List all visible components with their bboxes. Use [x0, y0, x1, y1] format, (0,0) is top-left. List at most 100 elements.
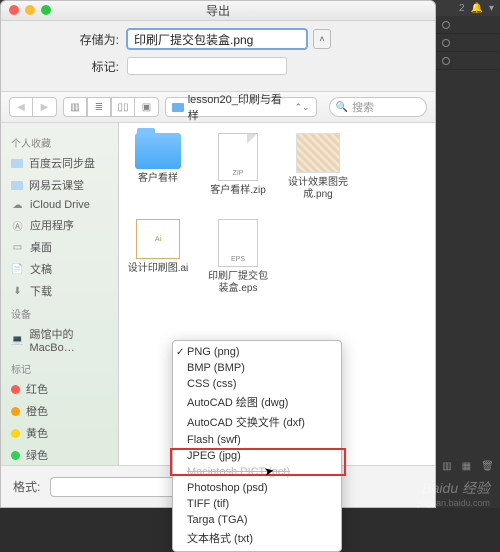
sidebar-item[interactable]: 📄 文稿 — [1, 258, 118, 280]
folder-icon — [11, 181, 23, 190]
menu-item[interactable]: CSS (css) — [173, 376, 341, 392]
sidebar-tag[interactable]: 橙色 — [1, 400, 118, 422]
titlebar: 导出 — [1, 1, 435, 21]
search-icon: 🔍 — [336, 102, 348, 113]
sidebar-item[interactable]: Ⓐ应用程序 — [1, 214, 118, 236]
format-label: 格式: — [13, 478, 40, 495]
cloud-icon: ☁ — [11, 199, 24, 211]
sidebar-item-label: 应用程序 — [30, 217, 74, 233]
sidebar-item[interactable]: ☁ iCloud Drive — [1, 196, 118, 214]
visibility-icon[interactable] — [442, 57, 450, 65]
menu-item[interactable]: Targa (TGA) — [173, 512, 341, 528]
menu-item[interactable]: AutoCAD 交换文件 (dxf) — [173, 412, 341, 432]
view-icon-button[interactable]: ▥ — [63, 97, 87, 117]
laptop-icon: 💻 — [11, 334, 23, 346]
file-label: 设计效果图完成.png — [287, 177, 349, 201]
file-label: 客户看样.zip — [210, 185, 266, 197]
zoom-icon[interactable] — [41, 5, 51, 15]
watermark-sub: jingyan.baidu.com — [417, 498, 490, 508]
tag-dot-icon — [11, 451, 20, 460]
view-column-button[interactable]: ▯▯ — [111, 97, 135, 117]
file-item[interactable]: Ai 设计印刷图.ai — [127, 219, 189, 295]
menu-item[interactable]: BMP (BMP) — [173, 360, 341, 376]
view-list-button[interactable]: ≣ — [87, 97, 111, 117]
panel-icon[interactable]: ▦ — [462, 461, 471, 472]
tag-dot-icon — [11, 385, 20, 394]
menu-item-label: PNG (png) — [187, 346, 240, 358]
sidebar-item-label: 文稿 — [30, 261, 52, 277]
sidebar-heading-favorites: 个人收藏 — [1, 131, 118, 152]
menu-item-label: JPEG (jpg) — [187, 450, 241, 462]
sidebar-item[interactable]: ⬇下载 — [1, 280, 118, 302]
filename-input[interactable] — [127, 29, 307, 49]
visibility-icon[interactable] — [442, 39, 450, 47]
sidebar-item[interactable]: 网易云课堂 — [1, 174, 118, 196]
menu-item[interactable]: 文本格式 (txt) — [173, 528, 341, 548]
file-label: 客户看样 — [138, 173, 178, 185]
panel-icon[interactable]: ▥ — [442, 461, 451, 472]
sidebar: 个人收藏 百度云同步盘 网易云课堂 ☁ iCloud Drive Ⓐ应用程序 ▭桌… — [1, 123, 119, 465]
notif-count: 2 — [459, 3, 465, 14]
menu-item-label: Targa (TGA) — [187, 514, 248, 526]
window-controls — [9, 5, 51, 15]
bell-icon[interactable]: 🔔 — [471, 3, 483, 14]
save-fields: 存储为: ˄ 标记: — [1, 21, 435, 91]
tags-input[interactable] — [127, 57, 287, 75]
back-button[interactable]: ◀ — [9, 97, 33, 117]
menu-item[interactable]: TIFF (tif) — [173, 496, 341, 512]
documents-icon: 📄 — [11, 263, 24, 275]
panel-footer-icons: ▥ ▦ 🗑 — [436, 461, 500, 472]
layer-row[interactable] — [436, 16, 500, 34]
menu-item[interactable]: Photoshop (psd) — [173, 480, 341, 496]
sidebar-item-label: 下载 — [30, 283, 52, 299]
sidebar-tag[interactable]: 红色 — [1, 378, 118, 400]
file-item[interactable]: 客户看样.zip — [207, 133, 269, 201]
sidebar-tag[interactable]: 绿色 — [1, 444, 118, 465]
menu-item-label: AutoCAD 交换文件 (dxf) — [187, 414, 305, 430]
file-label: 设计印刷图.ai — [128, 263, 189, 275]
file-item[interactable]: 设计效果图完成.png — [287, 133, 349, 201]
sidebar-item[interactable]: 百度云同步盘 — [1, 152, 118, 174]
search-field[interactable]: 🔍 搜索 — [329, 97, 427, 117]
forward-button[interactable]: ▶ — [33, 97, 57, 117]
layer-row[interactable] — [436, 34, 500, 52]
sidebar-item[interactable]: ▭桌面 — [1, 236, 118, 258]
browser-toolbar: ◀ ▶ ▥ ≣ ▯▯ ▣ lesson20_印刷与看样 ⌃⌄ 🔍 搜索 — [1, 91, 435, 123]
image-icon — [296, 133, 340, 173]
menu-item[interactable]: ✓PNG (png) — [173, 344, 341, 360]
visibility-icon[interactable] — [442, 21, 450, 29]
eps-icon: EPS — [218, 219, 258, 267]
menu-item-label: AutoCAD 绘图 (dwg) — [187, 394, 288, 410]
collapse-button[interactable]: ˄ — [313, 29, 331, 49]
sidebar-item[interactable]: 💻 踢馆中的MacBo… — [1, 323, 118, 357]
menu-item[interactable]: JPEG (jpg) — [173, 448, 341, 464]
sidebar-item-label: 踢馆中的MacBo… — [29, 326, 108, 354]
view-gallery-button[interactable]: ▣ — [135, 97, 159, 117]
layers-panel: ▥ ▦ 🗑 — [436, 16, 500, 508]
close-icon[interactable] — [9, 5, 19, 15]
menu-item[interactable]: Flash (swf) — [173, 432, 341, 448]
menu-item[interactable]: AutoCAD 绘图 (dwg) — [173, 392, 341, 412]
location-popup[interactable]: lesson20_印刷与看样 ⌃⌄ — [165, 97, 317, 117]
menu-item-label: Flash (swf) — [187, 434, 241, 446]
folder-icon — [172, 103, 184, 112]
folder-icon — [135, 133, 181, 169]
trash-icon[interactable]: 🗑 — [481, 461, 494, 472]
dropdown-icon[interactable]: ▾ — [489, 3, 494, 14]
desktop-icon: ▭ — [11, 241, 24, 253]
save-as-label: 存储为: — [17, 31, 127, 48]
menu-item-label: Photoshop (psd) — [187, 482, 268, 494]
menu-item-label: BMP (BMP) — [187, 362, 245, 374]
layer-row[interactable] — [436, 52, 500, 70]
sidebar-item-label: 黄色 — [26, 425, 48, 441]
minimize-icon[interactable] — [25, 5, 35, 15]
dialog-title: 导出 — [206, 2, 230, 19]
sidebar-tag[interactable]: 黄色 — [1, 422, 118, 444]
sidebar-item-label: 网易云课堂 — [29, 177, 84, 193]
file-item[interactable]: EPS 印刷厂提交包装盒.eps — [207, 219, 269, 295]
sidebar-item-label: iCloud Drive — [30, 199, 90, 211]
file-item[interactable]: 客户看样 — [127, 133, 189, 201]
sidebar-item-label: 橙色 — [26, 403, 48, 419]
ai-icon: Ai — [136, 219, 180, 259]
menu-item-label: TIFF (tif) — [187, 498, 229, 510]
